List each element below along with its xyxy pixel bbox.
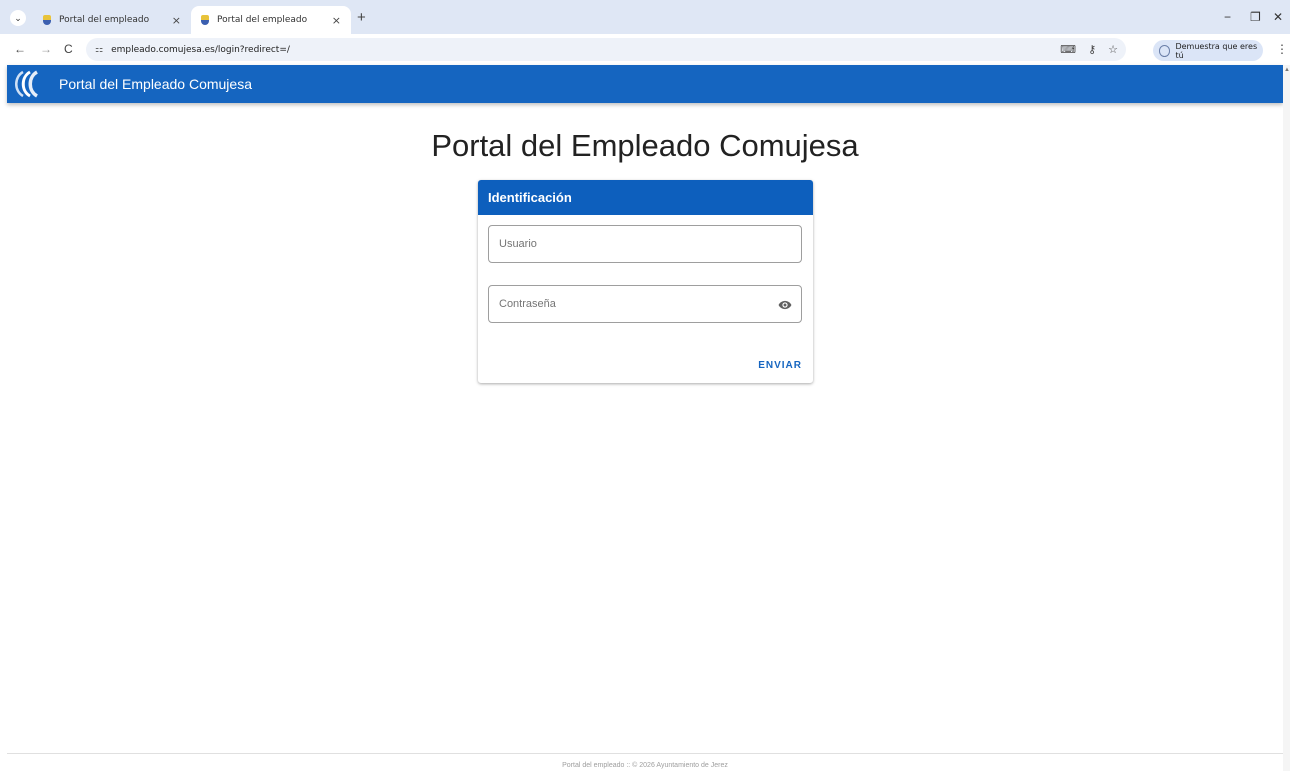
key-icon[interactable]: ⚷ — [1088, 43, 1096, 56]
minimize-icon[interactable]: − — [1224, 10, 1231, 24]
close-window-icon[interactable]: ✕ — [1273, 10, 1283, 24]
tab-title: Portal del empleado — [217, 15, 308, 25]
favicon-icon — [201, 15, 209, 25]
app-title[interactable]: Portal del Empleado Comujesa — [59, 76, 252, 92]
tab-close-icon[interactable]: × — [332, 14, 341, 27]
browser-tab[interactable]: Portal del empleado × — [33, 6, 191, 34]
star-icon[interactable]: ☆ — [1108, 43, 1118, 56]
address-bar[interactable]: ⚏ empleado.comujesa.es/login?redirect=/ … — [86, 38, 1126, 61]
profile-button[interactable]: Demuestra que eres tú — [1153, 40, 1263, 61]
page-title: Portal del Empleado Comujesa — [431, 128, 859, 163]
submit-button[interactable]: ENVIAR — [758, 360, 802, 371]
profile-icon — [1159, 44, 1171, 57]
url-text: empleado.comujesa.es/login?redirect=/ — [111, 44, 290, 55]
forward-icon[interactable]: → — [40, 42, 52, 56]
show-password-eye-icon[interactable] — [778, 298, 792, 312]
footer-divider — [7, 753, 1283, 754]
browser-tab-active[interactable]: Portal del empleado × — [191, 6, 351, 34]
password-field[interactable] — [488, 285, 802, 323]
back-icon[interactable]: ← — [14, 42, 26, 56]
translate-icon[interactable]: ⌨ — [1060, 43, 1076, 56]
browser-toolbar: ← → C ⚏ empleado.comujesa.es/login?redir… — [0, 34, 1290, 65]
browser-tabstrip: ⌄ Portal del empleado × Portal del emple… — [0, 0, 1290, 34]
card-title: Identificación — [478, 180, 813, 215]
favicon-icon — [43, 15, 51, 25]
new-tab-icon[interactable]: + — [357, 9, 366, 26]
comujesa-logo-icon[interactable] — [9, 69, 43, 99]
tab-close-icon[interactable]: × — [172, 14, 181, 27]
scrollbar[interactable] — [1283, 65, 1290, 771]
app-header: Portal del Empleado Comujesa — [7, 65, 1283, 103]
tab-title: Portal del empleado — [59, 15, 150, 25]
profile-label: Demuestra que eres tú — [1175, 41, 1258, 60]
scroll-up-icon[interactable]: ▲ — [1284, 67, 1290, 73]
tab-search-icon[interactable]: ⌄ — [10, 10, 26, 26]
site-info-icon[interactable]: ⚏ — [95, 45, 103, 55]
password-input[interactable] — [499, 298, 801, 310]
restore-icon[interactable]: ❐ — [1250, 10, 1261, 24]
footer-text: Portal del empleado :: © 2026 Ayuntamien… — [562, 762, 728, 769]
reload-icon[interactable]: C — [64, 42, 73, 56]
menu-icon[interactable]: ⋮ — [1276, 42, 1288, 56]
username-field[interactable] — [488, 225, 802, 263]
username-input[interactable] — [499, 238, 801, 250]
login-card: Identificación ENVIAR — [478, 180, 813, 383]
